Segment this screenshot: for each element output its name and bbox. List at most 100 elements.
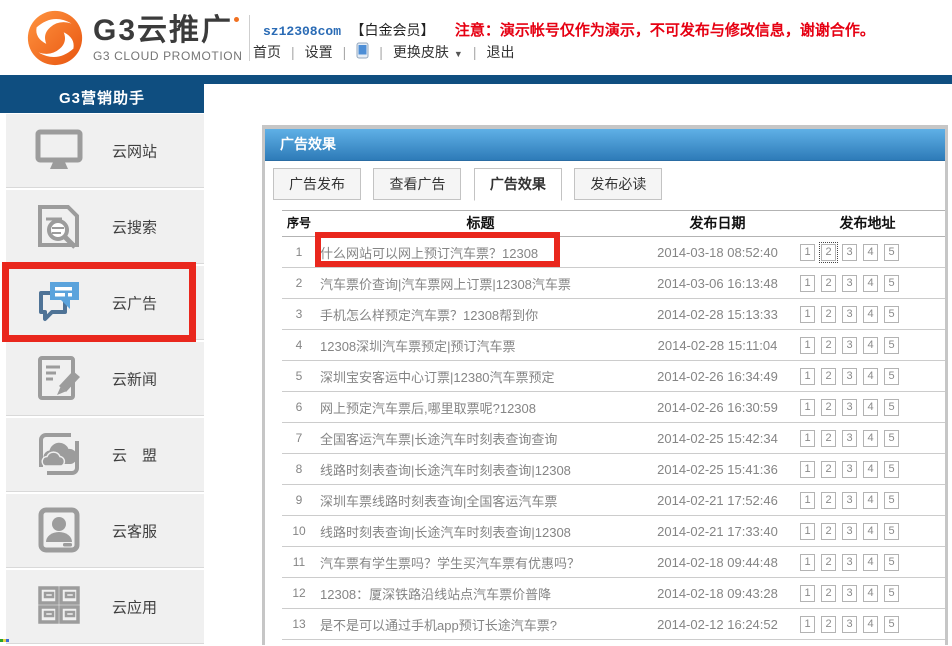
publish-site-link-4[interactable]: 4 xyxy=(863,337,878,354)
table-body: 1 什么网站可以网上预订汽车票？12308 2014-03-18 08:52:4… xyxy=(282,237,945,640)
publish-site-link-5[interactable]: 5 xyxy=(884,368,899,385)
sidebar-item-cloud-ads[interactable]: 云广告 xyxy=(6,266,204,340)
row-title: 线路时刻表查询|长途汽车时刻表查询|12308 xyxy=(316,460,645,479)
publish-site-link-5[interactable]: 5 xyxy=(884,554,899,571)
publish-site-link-5[interactable]: 5 xyxy=(884,523,899,540)
table-row: 7 全国客运汽车票|长途汽车时刻表查询查询 2014-02-25 15:42:3… xyxy=(282,423,945,454)
publish-site-link-1[interactable]: 1 xyxy=(800,275,815,292)
publish-site-link-3[interactable]: 3 xyxy=(842,523,857,540)
row-pager: 12345 xyxy=(790,554,945,571)
publish-site-link-1[interactable]: 1 xyxy=(800,306,815,323)
publish-site-link-4[interactable]: 4 xyxy=(863,306,878,323)
publish-site-link-2[interactable]: 2 xyxy=(821,244,836,261)
publish-site-link-4[interactable]: 4 xyxy=(863,461,878,478)
publish-site-link-5[interactable]: 5 xyxy=(884,306,899,323)
publish-site-link-3[interactable]: 3 xyxy=(842,337,857,354)
table-row: 8 线路时刻表查询|长途汽车时刻表查询|12308 2014-02-25 15:… xyxy=(282,454,945,485)
publish-site-link-1[interactable]: 1 xyxy=(800,337,815,354)
publish-site-link-2[interactable]: 2 xyxy=(821,492,836,509)
publish-site-link-4[interactable]: 4 xyxy=(863,244,878,261)
sidebar-item-label: 云广告 xyxy=(112,292,157,313)
top-nav: 首页 | 设置 | | 更换皮肤▼ | 退出 xyxy=(253,42,514,62)
publish-site-link-3[interactable]: 3 xyxy=(842,430,857,447)
publish-site-link-3[interactable]: 3 xyxy=(842,492,857,509)
sidebar-item-cloud-news[interactable]: 云新闻 xyxy=(6,342,204,416)
tab-view-ads[interactable]: 查看广告 xyxy=(373,168,461,200)
publish-site-link-4[interactable]: 4 xyxy=(863,368,878,385)
publish-site-link-3[interactable]: 3 xyxy=(842,399,857,416)
tab-ad-publish[interactable]: 广告发布 xyxy=(273,168,361,200)
publish-site-link-1[interactable]: 1 xyxy=(800,492,815,509)
publish-site-link-1[interactable]: 1 xyxy=(800,399,815,416)
row-date: 2014-02-26 16:30:59 xyxy=(645,400,790,415)
publish-site-link-1[interactable]: 1 xyxy=(800,461,815,478)
publish-site-link-5[interactable]: 5 xyxy=(884,244,899,261)
publish-site-link-3[interactable]: 3 xyxy=(842,554,857,571)
publish-site-link-4[interactable]: 4 xyxy=(863,554,878,571)
publish-site-link-2[interactable]: 2 xyxy=(821,554,836,571)
sidebar-item-label: 云应用 xyxy=(112,596,157,617)
sidebar-item-cloud-apps[interactable]: 云应用 xyxy=(6,570,204,644)
publish-site-link-5[interactable]: 5 xyxy=(884,585,899,602)
nav-settings-link[interactable]: 设置 xyxy=(305,42,333,62)
row-seq: 5 xyxy=(282,369,316,383)
publish-site-link-4[interactable]: 4 xyxy=(863,585,878,602)
publish-site-link-3[interactable]: 3 xyxy=(842,585,857,602)
publish-site-link-2[interactable]: 2 xyxy=(821,368,836,385)
row-pager: 12345 xyxy=(790,244,945,261)
publish-site-link-1[interactable]: 1 xyxy=(800,523,815,540)
nav-skin-link[interactable]: 更换皮肤▼ xyxy=(393,42,463,62)
row-seq: 2 xyxy=(282,276,316,290)
publish-site-link-1[interactable]: 1 xyxy=(800,244,815,261)
publish-site-link-3[interactable]: 3 xyxy=(842,368,857,385)
publish-site-link-4[interactable]: 4 xyxy=(863,275,878,292)
nav-home-link[interactable]: 首页 xyxy=(253,42,281,62)
demo-warning-text: 注意：演示帐号仅作为演示，不可发布与修改信息，谢谢合作。 xyxy=(455,22,875,39)
row-date: 2014-02-28 15:11:04 xyxy=(645,338,790,353)
publish-site-link-3[interactable]: 3 xyxy=(842,275,857,292)
nav-logout-link[interactable]: 退出 xyxy=(486,42,514,62)
publish-site-link-2[interactable]: 2 xyxy=(821,306,836,323)
publish-site-link-2[interactable]: 2 xyxy=(821,616,836,633)
table-row: 11 汽车票有学生票吗？学生买汽车票有优惠吗？ 2014-02-18 09:44… xyxy=(282,547,945,578)
publish-site-link-5[interactable]: 5 xyxy=(884,492,899,509)
sidebar-item-cloud-website[interactable]: 云网站 xyxy=(6,114,204,188)
publish-site-link-1[interactable]: 1 xyxy=(800,430,815,447)
publish-site-link-1[interactable]: 1 xyxy=(800,368,815,385)
nav-separator: | xyxy=(291,44,295,60)
publish-site-link-5[interactable]: 5 xyxy=(884,275,899,292)
sidebar-item-cloud-search[interactable]: 云搜索 xyxy=(6,190,204,264)
publish-site-link-5[interactable]: 5 xyxy=(884,616,899,633)
publish-site-link-5[interactable]: 5 xyxy=(884,430,899,447)
tab-ad-effect[interactable]: 广告效果 xyxy=(474,168,562,201)
publish-site-link-1[interactable]: 1 xyxy=(800,554,815,571)
publish-site-link-5[interactable]: 5 xyxy=(884,461,899,478)
publish-site-link-5[interactable]: 5 xyxy=(884,337,899,354)
sidebar-item-cloud-service[interactable]: 云客服 xyxy=(6,494,204,568)
publish-site-link-2[interactable]: 2 xyxy=(821,337,836,354)
col-header-seq: 序号 xyxy=(282,211,316,236)
publish-site-link-3[interactable]: 3 xyxy=(842,616,857,633)
publish-site-link-2[interactable]: 2 xyxy=(821,399,836,416)
nav-mobile-link[interactable] xyxy=(356,42,369,62)
publish-site-link-2[interactable]: 2 xyxy=(821,275,836,292)
publish-site-link-2[interactable]: 2 xyxy=(821,430,836,447)
publish-site-link-2[interactable]: 2 xyxy=(821,523,836,540)
publish-site-link-3[interactable]: 3 xyxy=(842,244,857,261)
search-doc-icon xyxy=(33,200,85,257)
publish-site-link-3[interactable]: 3 xyxy=(842,306,857,323)
publish-site-link-3[interactable]: 3 xyxy=(842,461,857,478)
publish-site-link-5[interactable]: 5 xyxy=(884,399,899,416)
publish-site-link-4[interactable]: 4 xyxy=(863,616,878,633)
publish-site-link-4[interactable]: 4 xyxy=(863,492,878,509)
publish-site-link-2[interactable]: 2 xyxy=(821,461,836,478)
publish-site-link-4[interactable]: 4 xyxy=(863,399,878,416)
tab-publish-notes[interactable]: 发布必读 xyxy=(574,168,662,200)
publish-site-link-4[interactable]: 4 xyxy=(863,523,878,540)
row-pager: 12345 xyxy=(790,523,945,540)
publish-site-link-1[interactable]: 1 xyxy=(800,616,815,633)
sidebar-item-cloud-union[interactable]: 云 盟 xyxy=(6,418,204,492)
publish-site-link-2[interactable]: 2 xyxy=(821,585,836,602)
publish-site-link-4[interactable]: 4 xyxy=(863,430,878,447)
publish-site-link-1[interactable]: 1 xyxy=(800,585,815,602)
